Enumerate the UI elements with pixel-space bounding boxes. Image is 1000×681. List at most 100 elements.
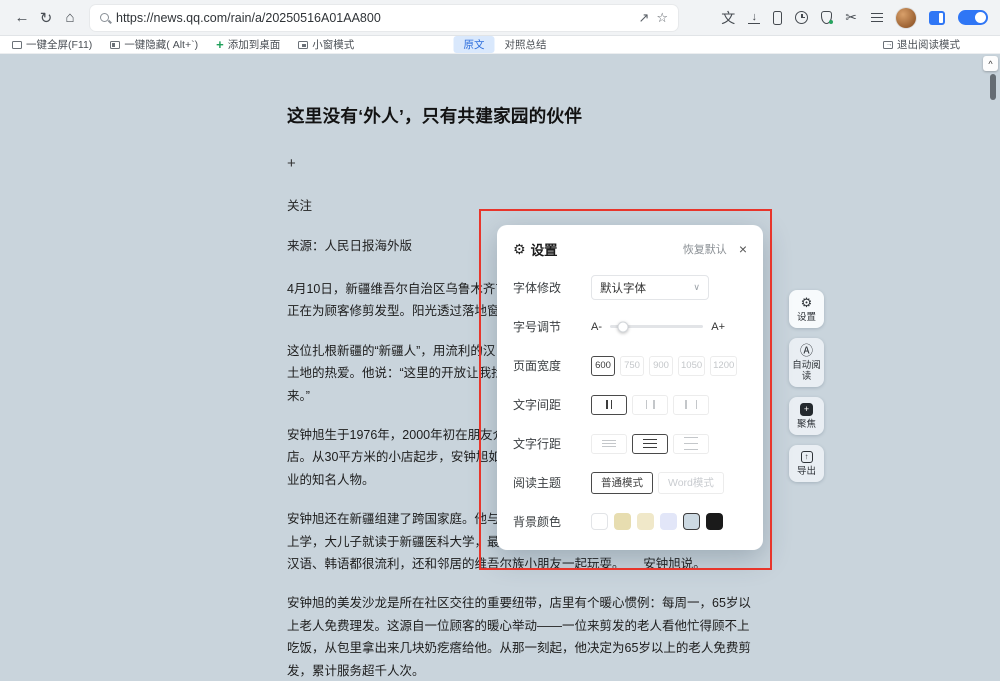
settings-panel: ⚙ 设置 恢复默认 × 字体修改 默认字体 ∨ 字号调节 A- A+ 页面宽度 [497, 225, 763, 550]
font-select-value: 默认字体 [600, 280, 646, 296]
bookmark-star-icon[interactable]: ☆ [656, 10, 668, 26]
home-button[interactable]: ⌂ [58, 6, 82, 30]
auto-read-icon: Ⓐ [800, 344, 813, 357]
fullscreen-button[interactable]: 一键全屏(F11) [12, 37, 92, 52]
background-color-options [591, 513, 723, 530]
bg-black-swatch[interactable] [706, 513, 723, 530]
restore-default-button[interactable]: 恢复默认 [683, 241, 727, 257]
side-focus-label: 聚焦 [797, 419, 816, 430]
letter-spacing-medium-button[interactable] [632, 395, 668, 415]
line-height-wide-button[interactable] [673, 434, 709, 454]
side-focus-button[interactable]: + 聚焦 [789, 397, 824, 435]
exit-reading-button[interactable]: 退出阅读模式 [883, 37, 960, 52]
theme-normal-button[interactable]: 普通模式 [591, 472, 653, 494]
focus-icon: + [800, 403, 813, 416]
sidebar-panel-icon[interactable] [929, 11, 945, 25]
background-color-row: 背景颜色 [513, 509, 747, 534]
gear-icon: ⚙ [513, 241, 526, 258]
add-desktop-label: 添加到桌面 [228, 37, 281, 52]
follow-plus-button[interactable]: + [287, 155, 727, 172]
add-desktop-button[interactable]: + 添加到桌面 [216, 37, 280, 52]
page-width-row-label: 页面宽度 [513, 357, 591, 374]
scrollbar-thumb[interactable] [990, 74, 996, 100]
letter-spacing-options [591, 395, 709, 415]
letter-spacing-tight-button[interactable] [591, 395, 627, 415]
gear-icon: ⚙ [801, 296, 813, 309]
back-button[interactable]: ← [10, 6, 34, 30]
exit-reading-label: 退出阅读模式 [897, 37, 960, 52]
theme-word-button[interactable]: Word模式 [658, 472, 724, 494]
bg-cream-swatch[interactable] [637, 513, 654, 530]
browser-action-icons: 文 ↓ ✂ [721, 8, 990, 28]
font-smaller-button[interactable]: A- [591, 321, 602, 333]
side-auto-read-button[interactable]: Ⓐ 自动阅读 [789, 338, 824, 387]
add-plus-icon: + [216, 40, 224, 50]
letter-spacing-row: 文字间距 [513, 392, 747, 417]
font-row: 字体修改 默认字体 ∨ [513, 275, 747, 300]
url-text[interactable]: https://news.qq.com/rain/a/20250516A01AA… [116, 11, 631, 25]
page-width-1050-button[interactable]: 1050 [678, 356, 705, 376]
bg-bluegray-swatch[interactable] [683, 513, 700, 530]
font-size-row-label: 字号调节 [513, 318, 591, 335]
line-height-medium-button[interactable] [632, 434, 668, 454]
font-size-slider-thumb[interactable] [618, 321, 629, 332]
send-icon[interactable]: ↗ [638, 10, 649, 26]
tab-original[interactable]: 原文 [454, 36, 495, 53]
font-size-slider[interactable] [610, 325, 703, 328]
side-settings-label: 设置 [797, 312, 816, 323]
page-width-900-button[interactable]: 900 [649, 356, 673, 376]
mini-window-icon [298, 41, 308, 49]
side-auto-read-label: 自动阅读 [791, 360, 822, 382]
tab-compare-summary[interactable]: 对照总结 [505, 37, 547, 52]
bg-white-swatch[interactable] [591, 513, 608, 530]
translate-icon[interactable]: 文 [721, 8, 735, 28]
user-avatar[interactable] [896, 8, 916, 28]
page-width-750-button[interactable]: 750 [620, 356, 644, 376]
screenshot-scissors-icon[interactable]: ✂ [845, 9, 857, 26]
line-height-tight-button[interactable] [591, 434, 627, 454]
scroll-top-button[interactable]: ^ [983, 56, 998, 71]
export-icon: ↑ [801, 451, 813, 463]
font-select[interactable]: 默认字体 ∨ [591, 275, 709, 300]
follow-button[interactable]: 关注 [287, 195, 727, 214]
side-settings-button[interactable]: ⚙ 设置 [789, 290, 824, 328]
font-row-label: 字体修改 [513, 279, 591, 296]
reading-content: 这里没有‘外人’，只有共建家园的伙伴 + 关注 来源：人民日报海外版 4月10日… [0, 54, 1000, 681]
chevron-down-icon: ∨ [693, 282, 700, 293]
hide-button[interactable]: 一键隐藏( Alt+`) [110, 37, 198, 52]
side-export-label: 导出 [797, 466, 816, 477]
settings-panel-header: ⚙ 设置 恢复默认 × [513, 239, 747, 259]
side-export-button[interactable]: ↑ 导出 [789, 445, 824, 482]
paragraph: 安钟旭的美发沙龙是所在社区交往的重要纽带，店里有个暖心惯例：每周一，65岁以 上… [287, 592, 727, 681]
security-shield-icon[interactable] [821, 11, 832, 24]
line-height-row-label: 文字行距 [513, 435, 591, 452]
page-width-600-button[interactable]: 600 [591, 356, 615, 376]
text-line: 安钟旭的美发沙龙是所在社区交往的重要纽带，店里有个暖心惯例：每周一，65岁以 [287, 592, 727, 614]
quick-toolbar: 一键全屏(F11) 一键隐藏( Alt+`) + 添加到桌面 小窗模式 原文 对… [0, 36, 1000, 54]
page-width-row: 页面宽度 600 750 900 1050 1200 [513, 353, 747, 378]
letter-spacing-row-label: 文字间距 [513, 396, 591, 413]
exit-reading-icon [883, 41, 893, 49]
address-bar[interactable]: https://news.qq.com/rain/a/20250516A01AA… [90, 5, 678, 31]
letter-spacing-wide-button[interactable] [673, 395, 709, 415]
bg-lavender-swatch[interactable] [660, 513, 677, 530]
reading-mode-toggle[interactable] [958, 10, 988, 25]
font-larger-button[interactable]: A+ [711, 321, 725, 333]
page-width-1200-button[interactable]: 1200 [710, 356, 737, 376]
history-icon[interactable] [795, 11, 808, 24]
view-tabs: 原文 对照总结 [454, 36, 547, 53]
reading-theme-row: 阅读主题 普通模式 Word模式 [513, 470, 747, 495]
mini-window-button[interactable]: 小窗模式 [298, 37, 354, 52]
bg-tan-swatch[interactable] [614, 513, 631, 530]
menu-icon[interactable] [870, 11, 883, 24]
refresh-button[interactable]: ↻ [34, 6, 58, 30]
text-line: 吃饭，从包里拿出来几块奶疙瘩给他。从那一刻起，他决定为65岁以上的老人免费剪 [287, 637, 727, 659]
send-to-phone-icon[interactable] [773, 11, 782, 25]
reading-theme-row-label: 阅读主题 [513, 474, 591, 491]
close-icon[interactable]: × [739, 243, 747, 255]
browser-topbar: ← ↻ ⌂ https://news.qq.com/rain/a/2025051… [0, 0, 1000, 36]
download-icon[interactable]: ↓ [748, 12, 760, 24]
text-line: 上老人免费理发。这源自一位顾客的暖心举动——一位来剪发的老人看他忙得顾不上 [287, 615, 727, 637]
reading-theme-options: 普通模式 Word模式 [591, 472, 724, 494]
line-height-options [591, 434, 709, 454]
